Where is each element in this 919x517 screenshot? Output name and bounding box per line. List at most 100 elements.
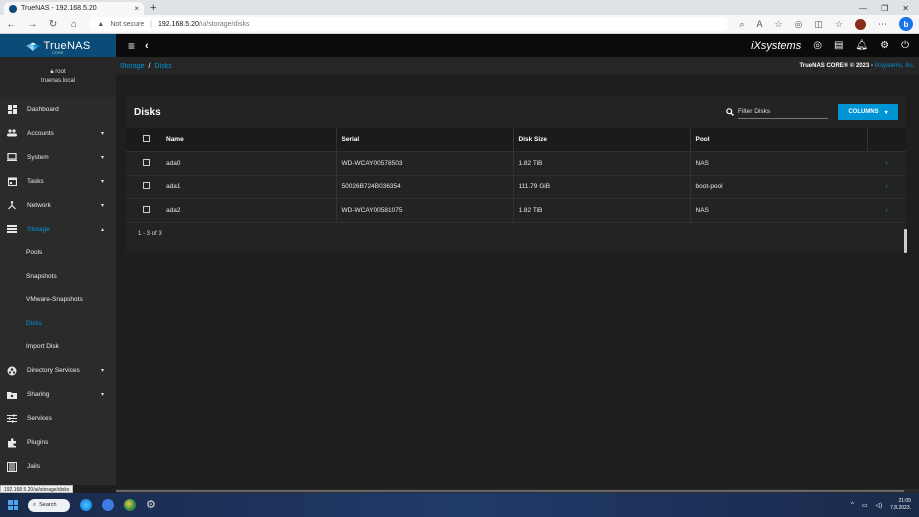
home-icon[interactable]: ⌂ <box>69 19 80 30</box>
truenas-logo[interactable]: TrueNAS CORE <box>0 34 116 57</box>
vertical-scrollbar[interactable] <box>904 229 907 253</box>
table-row[interactable]: ada2 WD-WCAY00581075 1.82 TiB NAS › <box>126 198 906 223</box>
read-aloud-icon[interactable]: A <box>756 19 762 29</box>
sidebar-item-network[interactable]: Network ▾ <box>0 193 116 217</box>
table-row[interactable]: ada1 50026B724B036354 111.79 GiB boot-po… <box>126 175 906 199</box>
column-header-name[interactable]: Name <box>166 128 336 152</box>
row-checkbox[interactable] <box>142 182 150 190</box>
sidebar-item-plugins[interactable]: Plugins <box>0 431 116 455</box>
system-tray: ^ ▭ ◁) 21:05 7.8.2023. <box>851 498 911 512</box>
forward-arrow-icon[interactable]: → <box>27 19 38 30</box>
bing-chat-icon[interactable]: b <box>899 17 913 31</box>
select-all-cell <box>126 128 166 152</box>
main-content: Disks COLUMNS ▾ Name Serial Disk Size <box>116 75 919 485</box>
browser-tab[interactable]: TrueNAS - 192.168.5.20 × <box>4 2 144 15</box>
split-screen-icon[interactable]: ◫ <box>814 19 823 30</box>
horizontal-scrollbar-thumb[interactable] <box>116 490 904 492</box>
expand-row-icon[interactable]: › <box>867 175 906 199</box>
columns-label: COLUMNS <box>848 109 879 115</box>
taskbar-clock[interactable]: 21:05 7.8.2023. <box>890 498 911 512</box>
sidebar-item-system[interactable]: System ▾ <box>0 145 116 169</box>
tray-chevron-icon[interactable]: ^ <box>851 502 854 508</box>
zoom-icon[interactable]: ⌕ <box>739 19 744 30</box>
table-row[interactable]: ada0 WD-WCAY00578503 1.82 TiB NAS › <box>126 151 906 176</box>
columns-button[interactable]: COLUMNS ▾ <box>838 104 898 120</box>
profile-avatar[interactable] <box>855 18 866 30</box>
sidebar-subitem-import-disk[interactable]: Import Disk <box>0 335 116 359</box>
search-icon: ⌕ <box>33 501 37 508</box>
windows-start-icon[interactable] <box>8 500 18 510</box>
column-header-serial[interactable]: Serial <box>335 128 513 152</box>
volume-icon[interactable]: ◁) <box>876 502 883 509</box>
new-tab-button[interactable]: + <box>150 2 156 15</box>
sidebar-subitem-pools[interactable]: Pools <box>0 241 116 265</box>
ixsystems-logo[interactable]: iXsystems <box>751 40 801 52</box>
sidebar-item-label: Dashboard <box>27 105 59 113</box>
brand-edition: CORE <box>52 50 64 55</box>
disks-card-header: Disks COLUMNS ▾ <box>126 96 906 128</box>
breadcrumb-storage-link[interactable]: Storage <box>120 63 145 70</box>
sidebar-subitem-vmware-snapshots[interactable]: VMware-Snapshots <box>0 288 116 312</box>
expand-row-icon[interactable]: › <box>867 198 906 223</box>
more-icon[interactable]: ⋯ <box>878 19 887 30</box>
tab-close-icon[interactable]: × <box>134 4 139 13</box>
truecommand-icon[interactable]: ◎ <box>813 40 822 51</box>
collapse-chevron-icon[interactable]: ‹ <box>145 40 149 52</box>
url-field[interactable]: ▲ Not secure | 192.168.5.20/ui/storage/d… <box>89 17 730 31</box>
directory-icon <box>7 366 17 376</box>
filter-disks-input[interactable] <box>738 105 828 119</box>
sidebar-item-accounts[interactable]: Accounts ▾ <box>0 121 116 145</box>
minimize-icon[interactable]: — <box>859 2 867 15</box>
truenas-favicon-icon <box>9 4 17 13</box>
sidebar-item-dashboard[interactable]: Dashboard <box>0 97 116 121</box>
taskbar-search[interactable]: ⌕ Search <box>28 498 70 512</box>
cell-pool: boot-pool <box>689 175 867 199</box>
sidebar-item-services[interactable]: Services <box>0 407 116 431</box>
sidebar-item-jails[interactable]: Jails <box>0 455 116 479</box>
close-window-icon[interactable]: ✕ <box>902 2 909 15</box>
power-icon[interactable]: ⏻ <box>901 40 909 51</box>
notifications-bell-icon[interactable]: 🔔︎ <box>855 40 868 51</box>
sidebar-item-label: Network <box>27 201 51 209</box>
expand-row-icon[interactable]: › <box>867 151 906 176</box>
column-header-pool[interactable]: Pool <box>689 128 867 152</box>
sidebar-item-tasks[interactable]: Tasks ▾ <box>0 169 116 193</box>
cell-name: ada0 <box>166 151 336 176</box>
copyright-notice: TrueNAS CORE® © 2023 - iXsystems, Inc. <box>799 63 915 69</box>
chrome-app-icon[interactable] <box>124 499 136 511</box>
sidebar-item-directory-services[interactable]: Directory Services ▾ <box>0 359 116 383</box>
extension-icon[interactable]: ◎ <box>795 19 803 30</box>
pagination-info: 1 - 3 of 3 <box>138 230 162 237</box>
row-checkbox[interactable] <box>142 205 150 213</box>
sidebar-item-label: Services <box>27 415 52 422</box>
cell-serial: 50026B724B036354 <box>335 175 513 199</box>
back-arrow-icon[interactable]: ← <box>6 19 17 30</box>
edge-app-icon[interactable] <box>80 499 92 511</box>
cell-name: ada2 <box>166 198 336 223</box>
dashboard-icon <box>7 104 17 114</box>
restore-icon[interactable]: ❐ <box>881 2 888 15</box>
ixsystems-link[interactable]: iXsystems, Inc. <box>875 63 915 69</box>
sidebar-subitem-disks[interactable]: Disks <box>0 312 116 336</box>
task-manager-icon[interactable]: ▤ <box>834 40 843 51</box>
column-header-disk-size[interactable]: Disk Size <box>512 128 690 152</box>
cell-serial: WD-WCAY00578503 <box>335 151 513 176</box>
settings-app-icon[interactable]: ⚙ <box>146 499 158 511</box>
user-name-row: 🔒︎ root <box>50 68 65 77</box>
row-checkbox[interactable] <box>142 158 150 166</box>
sidebar-item-storage[interactable]: Storage ▴ <box>0 217 116 241</box>
network-tray-icon[interactable]: ▭ <box>862 502 868 509</box>
hamburger-menu-icon[interactable]: ≡ <box>128 39 135 53</box>
settings-gear-icon[interactable]: ⚙ <box>880 40 889 51</box>
media-app-icon[interactable] <box>102 499 114 511</box>
sidebar-item-sharing[interactable]: Sharing ▾ <box>0 383 116 407</box>
user-host: truenas.local <box>40 78 76 84</box>
user-name: root <box>55 69 66 75</box>
sidebar-item-label: Directory Services <box>27 367 80 374</box>
truenas-logo-icon <box>25 42 40 51</box>
favorites-icon[interactable]: ☆ <box>835 19 843 30</box>
select-all-checkbox[interactable] <box>142 135 150 142</box>
sidebar-subitem-snapshots[interactable]: Snapshots <box>0 265 116 289</box>
reload-icon[interactable]: ↻ <box>48 19 59 30</box>
favorite-star-icon[interactable]: ☆ <box>774 19 782 30</box>
